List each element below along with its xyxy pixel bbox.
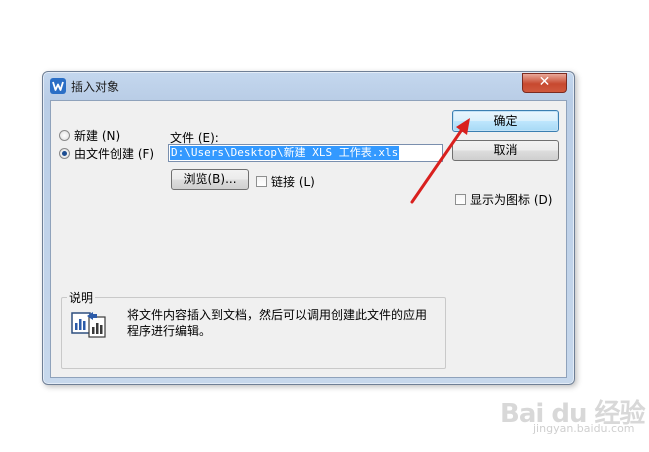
display-as-icon-checkbox[interactable] [455, 194, 466, 205]
dialog-title: 插入对象 [71, 80, 120, 94]
display-as-icon-row[interactable]: 显示为图标 (D) [455, 191, 552, 208]
browse-button[interactable]: 浏览(B)... [171, 169, 249, 190]
radio-from-file[interactable]: 由文件创建 (F) [59, 145, 154, 162]
wps-app-icon [50, 78, 66, 94]
close-icon: ✕ [538, 74, 551, 90]
close-button[interactable]: ✕ [522, 73, 567, 93]
description-line-1: 将文件内容插入到文档，然后可以调用创建此文件的应用 [127, 308, 428, 322]
title-bar[interactable]: 插入对象 ✕ [43, 72, 574, 100]
radio-new[interactable]: 新建 (N) [59, 127, 120, 144]
link-checkbox[interactable] [256, 176, 267, 187]
radio-from-file-circle[interactable] [59, 148, 70, 159]
description-title: 说明 [67, 289, 96, 306]
file-path-input[interactable]: D:\Users\Desktop\新建 XLS 工作表.xls [168, 144, 443, 162]
file-path-value[interactable]: D:\Users\Desktop\新建 XLS 工作表.xls [170, 146, 400, 160]
link-checkbox-label: 链接 (L) [271, 175, 315, 189]
dialog-body: 新建 (N) 由文件创建 (F) 文件 (E): D:\Users\Deskto… [50, 100, 567, 378]
cancel-button[interactable]: 取消 [452, 140, 559, 161]
radio-new-circle[interactable] [59, 130, 70, 141]
link-checkbox-row[interactable]: 链接 (L) [256, 173, 315, 190]
ok-button[interactable]: 确定 [452, 110, 559, 132]
insert-object-dialog: 插入对象 ✕ 新建 (N) 由文件创建 (F) 文件 (E): D:\Users… [42, 71, 575, 385]
display-as-icon-label: 显示为图标 (D) [470, 193, 553, 207]
radio-from-file-label: 由文件创建 (F) [74, 147, 155, 161]
radio-new-label: 新建 (N) [74, 129, 121, 143]
description-line-2: 程序进行编辑。 [127, 324, 212, 338]
watermark-url: jingyan.baidu.com [533, 422, 635, 435]
insert-object-result-icon [69, 308, 109, 338]
